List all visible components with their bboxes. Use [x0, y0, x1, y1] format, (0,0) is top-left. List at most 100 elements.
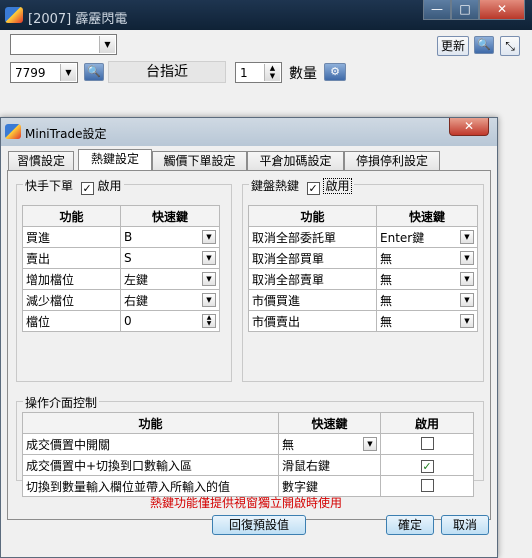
- quick-order-enable-checkbox[interactable]: [80, 182, 94, 195]
- keyboard-label: 鍵盤熱鍵: [251, 179, 300, 193]
- quick-order-legend: 快手下單 啟用: [23, 177, 124, 195]
- chevron-down-icon[interactable]: ▼: [202, 293, 216, 307]
- table-row: 減少檔位 右鍵 ▼: [22, 289, 220, 311]
- row-key: 左鍵: [124, 272, 149, 287]
- search-icon[interactable]: 🔍: [84, 63, 104, 81]
- chevron-down-icon[interactable]: ▼: [460, 251, 474, 265]
- chevron-down-icon[interactable]: ▼: [60, 64, 76, 81]
- row-func: 市價賣出: [248, 310, 377, 332]
- table-header: 功能 快速鍵: [22, 205, 220, 227]
- table-row: 成交價置中開關 無 ▼: [22, 433, 474, 455]
- row-func: 成交價置中+切換到口數輸入區: [22, 454, 279, 476]
- table-row: 增加檔位 左鍵 ▼: [22, 268, 220, 290]
- restore-defaults-button[interactable]: 回復預設值: [212, 515, 306, 535]
- row-func: 取消全部委託單: [248, 226, 377, 248]
- dialog-close-button[interactable]: ✕: [449, 118, 489, 136]
- row-enable-checkbox[interactable]: [420, 437, 434, 450]
- keyboard-hotkey-group: 鍵盤熱鍵 啟用 功能 快速鍵 取消全部委託單 Enter鍵▼ 取消全部買單 無▼: [242, 177, 484, 382]
- row-key: 0: [124, 314, 132, 328]
- chevron-down-icon[interactable]: ▼: [202, 251, 216, 265]
- hotkey-note: 熱鍵功能僅提供視窗獨立開啟時使用: [150, 496, 343, 510]
- tab-hotkey[interactable]: 熱鍵設定: [78, 149, 152, 171]
- main-title: [2007] 霹靂閃電: [28, 12, 128, 27]
- row-key-select[interactable]: 右鍵 ▼: [120, 289, 220, 311]
- row-key-select[interactable]: B ▼: [120, 226, 220, 248]
- ui-control-table: 功能 快速鍵 啟用 成交價置中開關 無 ▼ 成交價置中+切換到口數輸入區 滑鼠右鍵…: [22, 412, 474, 497]
- tab-touch-price[interactable]: 觸價下單設定: [152, 151, 247, 170]
- row-enable-checkbox[interactable]: [420, 460, 434, 473]
- table-row: 檔位 0 ▲ ▼: [22, 310, 220, 332]
- window-background: [498, 90, 532, 558]
- row-func: 買進: [22, 226, 121, 248]
- chevron-down-icon[interactable]: ▼: [460, 230, 474, 244]
- table-row: 取消全部買單 無 ▼: [248, 247, 478, 269]
- row-key: S: [124, 251, 132, 265]
- search-icon[interactable]: 🔍: [474, 36, 494, 54]
- ui-control-label: 操作介面控制: [23, 394, 100, 411]
- update-button[interactable]: 更新: [437, 36, 469, 56]
- spin-icon[interactable]: ▲ ▼: [202, 314, 216, 328]
- chevron-down-icon[interactable]: ▼: [460, 272, 474, 286]
- row-key-select[interactable]: 無 ▼: [376, 289, 478, 311]
- row-key-select[interactable]: S ▼: [120, 247, 220, 269]
- quantity-value: 1: [240, 66, 248, 80]
- cancel-button[interactable]: 取消: [441, 515, 489, 535]
- table-row: 市價買進 無 ▼: [248, 289, 478, 311]
- row-key: 右鍵: [124, 293, 149, 308]
- row-key: 無: [380, 272, 393, 287]
- col-func: 功能: [22, 205, 121, 227]
- minimize-button[interactable]: —: [423, 0, 451, 20]
- row-enable-checkbox[interactable]: [420, 479, 434, 492]
- code-select[interactable]: 7799 ▼: [10, 62, 78, 83]
- col-enable: 啟用: [380, 412, 474, 434]
- table-row: 成交價置中+切換到口數輸入區 滑鼠右鍵: [22, 454, 474, 476]
- row-enable-cell: [380, 433, 474, 455]
- pin-icon[interactable]: ⤡: [500, 36, 520, 56]
- row-key-select[interactable]: 無 ▼: [376, 247, 478, 269]
- row-func: 減少檔位: [22, 289, 121, 311]
- table-row: 賣出 S ▼: [22, 247, 220, 269]
- row-key-select[interactable]: 無 ▼: [376, 268, 478, 290]
- app-icon: [5, 124, 21, 139]
- table-row: 市價賣出 無 ▼: [248, 310, 478, 332]
- chevron-down-icon[interactable]: ▼: [460, 314, 474, 328]
- table-row: 取消全部賣單 無 ▼: [248, 268, 478, 290]
- keyboard-table: 功能 快速鍵 取消全部委託單 Enter鍵 ▼ 取消全部買單 無 ▼ 取消全部賣單 …: [248, 205, 478, 332]
- chevron-down-icon[interactable]: ▼: [99, 36, 115, 53]
- row-func: 取消全部買單: [248, 247, 377, 269]
- table-row: 買進 B ▼: [22, 226, 220, 248]
- row-key: 無: [380, 251, 393, 266]
- chevron-down-icon[interactable]: ▼: [202, 272, 216, 286]
- tab-close-add[interactable]: 平倉加碼設定: [247, 151, 344, 170]
- row-key: 滑鼠右鍵: [278, 454, 381, 476]
- row-key-select[interactable]: 無 ▼: [376, 310, 478, 332]
- row-func: 取消全部賣單: [248, 268, 377, 290]
- dialog-title: MiniTrade設定: [25, 127, 107, 141]
- row-key: 無: [380, 293, 393, 308]
- settings-icon[interactable]: ⚙: [324, 63, 346, 81]
- ok-button[interactable]: 確定: [386, 515, 434, 535]
- quick-order-group: 快手下單 啟用 功能 快速鍵 買進 B▼ 賣出 S▼ 增加檔位: [16, 177, 232, 382]
- quantity-stepper[interactable]: 1 ▲ ▼: [235, 62, 282, 83]
- col-func: 功能: [248, 205, 377, 227]
- settings-dialog: MiniTrade設定 ✕ 習慣設定 熱鍵設定 觸價下單設定 平倉加碼設定 停損…: [0, 117, 498, 558]
- chevron-down-icon[interactable]: ▼: [363, 437, 377, 451]
- keyboard-enable-checkbox[interactable]: [306, 182, 320, 195]
- chevron-down-icon[interactable]: ▼: [202, 230, 216, 244]
- spin-icon[interactable]: ▲ ▼: [264, 64, 280, 81]
- account-select[interactable]: ▼: [10, 34, 117, 55]
- row-key-select[interactable]: Enter鍵 ▼: [376, 226, 478, 248]
- row-key-select[interactable]: 無 ▼: [278, 433, 381, 455]
- row-key-stepper[interactable]: 0 ▲ ▼: [120, 310, 220, 332]
- chevron-down-icon[interactable]: ▼: [460, 293, 474, 307]
- maximize-button[interactable]: □: [451, 0, 479, 20]
- row-key-select[interactable]: 左鍵 ▼: [120, 268, 220, 290]
- product-name: 台指近: [108, 61, 226, 83]
- close-button[interactable]: ✕: [479, 0, 525, 20]
- tab-panel: 快手下單 啟用 功能 快速鍵 買進 B▼ 賣出 S▼ 增加檔位: [7, 170, 491, 520]
- row-func: 檔位: [22, 310, 121, 332]
- ui-control-group: 操作介面控制 功能 快速鍵 啟用 成交價置中開關 無 ▼ 成交價置中+切換到口數輸…: [16, 394, 484, 497]
- tab-stop-loss[interactable]: 停損停利設定: [344, 151, 440, 170]
- tab-habit[interactable]: 習慣設定: [8, 151, 74, 170]
- quick-order-table: 功能 快速鍵 買進 B▼ 賣出 S▼ 增加檔位 左鍵▼ 減少檔位 右鍵▼: [22, 205, 220, 332]
